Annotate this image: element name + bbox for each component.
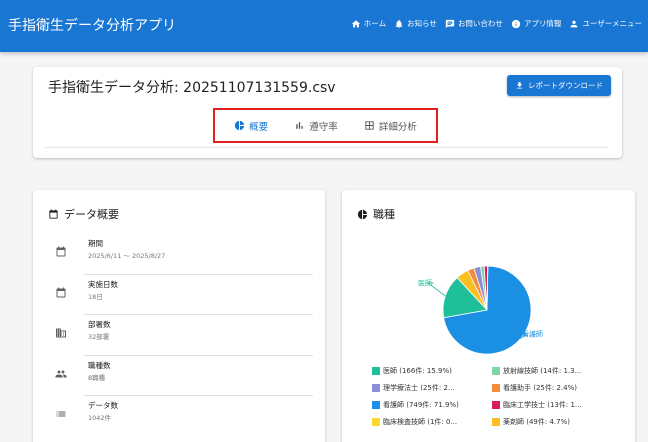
tab-compliance-label: 遵守率 <box>309 121 338 133</box>
nav-notifications[interactable]: お知らせ <box>394 18 437 29</box>
file-title: 手指衛生データ分析: 20251107131559.csv <box>48 80 336 96</box>
pie-label-nurse: 看護師 <box>522 330 543 339</box>
report-download-button[interactable]: レポートダウンロード <box>507 75 611 96</box>
overview-item-value: 2025/6/11 〜 2025/8/27 <box>88 252 166 260</box>
legend-swatch <box>492 401 500 409</box>
legend-label: 臨床工学技士 (13件: 1... <box>503 401 582 409</box>
analysis-tabs: 概要 遵守率 詳細分析 <box>213 108 438 143</box>
overview-title-text: データ概要 <box>64 208 119 221</box>
legend-swatch <box>492 367 500 375</box>
legend-item[interactable]: 薬剤師 (49件: 4.7%) <box>492 417 606 427</box>
overview-item-label: 職種数 <box>88 360 111 370</box>
overview-item-label: 実施日数 <box>88 279 118 289</box>
legend-label: 放射線技師 (14件: 1.3... <box>503 367 582 375</box>
pie-label-doctor: 医師 <box>418 279 432 288</box>
overview-item-days: 実施日数 18日 <box>47 275 313 315</box>
overview-list: 期間 2025/6/11 〜 2025/8/27 実施日数 18日 部署数 32… <box>47 234 313 437</box>
bell-icon <box>395 19 403 28</box>
nav-contact-label: お問い合わせ <box>457 19 503 28</box>
legend-item[interactable]: 臨床工学技士 (13件: 1... <box>492 400 606 410</box>
nav-contact[interactable]: お問い合わせ <box>445 18 503 29</box>
overview-item-period: 期間 2025/6/11 〜 2025/8/27 <box>47 234 313 275</box>
legend-swatch <box>372 418 380 426</box>
report-download-label: レポートダウンロード <box>528 81 603 90</box>
legend-label: 理学療法士 (25件: 2... <box>383 384 455 392</box>
legend-item[interactable]: 看護師 (749件: 71.9%) <box>372 400 486 410</box>
nav-home[interactable]: ホーム <box>351 18 386 29</box>
building-icon <box>56 328 66 338</box>
overview-title: データ概要 <box>48 206 119 222</box>
overview-item-label: 期間 <box>88 239 103 248</box>
overview-item-jobtypes: 職種数 8職種 <box>47 356 313 396</box>
legend-item[interactable]: 看護助手 (25件: 2.4%) <box>492 383 606 393</box>
list-icon <box>56 411 66 417</box>
legend-label: 医師 (166件: 15.9%) <box>383 367 452 375</box>
tab-compliance[interactable]: 遵守率 <box>294 119 338 133</box>
analysis-header-card: 手指衛生データ分析: 20251107131559.csv レポートダウンロード… <box>33 67 622 158</box>
overview-item-records: データ数 1042件 <box>47 396 313 437</box>
legend-swatch <box>492 418 500 426</box>
legend-item[interactable]: 医師 (166件: 15.9%) <box>372 366 486 376</box>
bar-chart-icon <box>296 122 303 129</box>
legend-item[interactable]: 放射線技師 (14件: 1.3... <box>492 366 606 376</box>
overview-item-label: データ数 <box>88 401 118 410</box>
top-nav: ホーム お知らせ お問い合わせ アプリ情報 ユーザーメニュー <box>351 18 642 29</box>
nav-home-label: ホーム <box>363 19 387 28</box>
calendar-icon <box>56 246 66 257</box>
overview-item-departments: 部署数 32部署 <box>47 315 313 356</box>
nav-notifications-label: お知らせ <box>407 19 437 28</box>
table-icon <box>365 121 374 130</box>
overview-item-value: 1042件 <box>88 414 112 422</box>
legend-label: 看護助手 (25件: 2.4%) <box>503 384 577 392</box>
home-icon <box>351 19 360 27</box>
legend-swatch <box>372 401 380 409</box>
app-title: 手指衛生データ分析アプリ <box>8 18 176 34</box>
tab-overview-label: 概要 <box>249 121 269 133</box>
data-overview-card: データ概要 期間 2025/6/11 〜 2025/8/27 実施日数 18日 … <box>33 190 325 442</box>
calendar-icon <box>56 287 66 297</box>
legend-label: 薬剤師 (49件: 4.7%) <box>503 418 570 426</box>
overview-item-value: 32部署 <box>88 333 110 341</box>
job-type-card: 職種 看護師 医師 医師 (166件: 15.9%) 放射線技師 (14件: 1.3… <box>342 190 635 442</box>
legend-item[interactable]: 臨床検査技師 (1件: 0... <box>372 417 486 427</box>
info-icon <box>511 19 521 28</box>
people-icon <box>55 370 67 377</box>
overview-item-value: 8職種 <box>88 373 106 382</box>
legend-swatch <box>372 367 380 375</box>
nav-user-menu-label: ユーザーメニュー <box>582 19 642 28</box>
overview-item-value: 18日 <box>88 292 103 301</box>
tab-detail-label: 詳細分析 <box>378 121 417 133</box>
nav-app-info-label: アプリ情報 <box>523 19 562 28</box>
download-icon <box>516 82 523 89</box>
user-icon <box>571 20 578 27</box>
app-bar: 手指衛生データ分析アプリ ホーム お知らせ お問い合わせ アプリ情報 ユーザーメ… <box>0 0 648 52</box>
header-divider <box>45 147 608 148</box>
legend-item[interactable]: 理学療法士 (25件: 2... <box>372 383 486 393</box>
pie-chart-icon <box>234 120 245 131</box>
message-icon <box>445 19 455 28</box>
job-type-pie-chart: 看護師 医師 <box>418 265 543 355</box>
nav-user-menu[interactable]: ユーザーメニュー <box>569 18 642 29</box>
overview-item-label: 部署数 <box>88 320 111 329</box>
legend-swatch <box>492 384 500 392</box>
legend-label: 臨床検査技師 (1件: 0... <box>383 418 458 426</box>
legend-label: 看護師 (749件: 71.9%) <box>383 401 459 409</box>
calendar-icon <box>49 208 58 219</box>
nav-app-info[interactable]: アプリ情報 <box>511 18 562 29</box>
legend-swatch <box>372 384 380 392</box>
tab-overview[interactable]: 概要 <box>234 119 268 133</box>
tab-detail[interactable]: 詳細分析 <box>364 119 417 133</box>
